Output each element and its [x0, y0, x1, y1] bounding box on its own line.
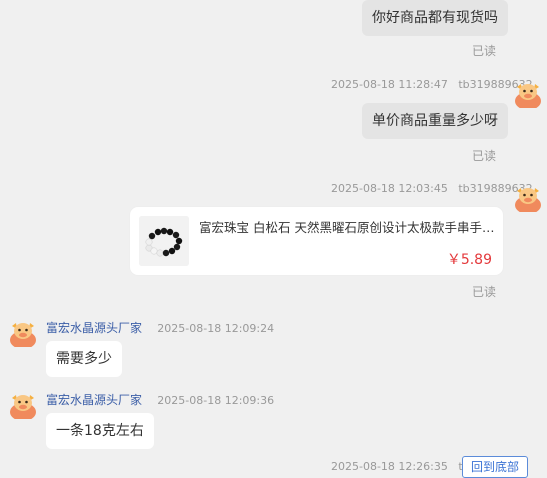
timestamp: 2025-08-18 12:26:35 [331, 460, 448, 473]
back-to-bottom-button[interactable]: 回到底部 [462, 456, 529, 478]
message-meta: 富宏水晶源头厂家 2025-08-18 12:09:24 [46, 317, 274, 336]
shop-name[interactable]: 富宏水晶源头厂家 [46, 393, 142, 407]
read-status: 已读 [472, 44, 497, 58]
user-avatar-icon[interactable] [513, 78, 543, 108]
timestamp: 2025-08-18 11:28:47 [331, 78, 448, 91]
read-status: 已读 [472, 149, 497, 163]
message-bubble-incoming: 需要多少 [46, 341, 122, 377]
message-text: 需要多少 [56, 351, 112, 367]
message-bubble-incoming: 一条18克左右 [46, 413, 154, 449]
message-bubble-outgoing: 你好商品都有现货吗 [362, 0, 508, 36]
message-text: 单价商品重量多少呀 [372, 113, 498, 129]
message-bubble-outgoing: 单价商品重量多少呀 [362, 103, 508, 139]
product-thumbnail[interactable] [139, 216, 189, 266]
timestamp: 2025-08-18 12:09:36 [157, 394, 275, 407]
shop-avatar-icon[interactable] [8, 317, 38, 347]
product-card[interactable]: 富宏珠宝 白松石 天然黑曜石原创设计太极款手串手链... ￥5.89 [130, 207, 503, 275]
timestamp: 2025-08-18 12:09:24 [157, 322, 275, 335]
message-text: 一条18克左右 [56, 423, 144, 439]
message-meta: 2025-08-18 12:26:35 tb [331, 460, 470, 473]
message-meta: 2025-08-18 12:03:45 tb319889632 [331, 182, 533, 195]
bracelet-image-icon [139, 216, 189, 266]
timestamp: 2025-08-18 12:03:45 [331, 182, 448, 195]
message-meta: 2025-08-18 11:28:47 tb319889632 [331, 78, 533, 91]
shop-avatar-icon[interactable] [8, 389, 38, 419]
read-status: 已读 [472, 285, 497, 299]
product-price: ￥5.89 [446, 252, 492, 268]
message-text: 你好商品都有现货吗 [372, 10, 498, 26]
message-meta: 富宏水晶源头厂家 2025-08-18 12:09:36 [46, 389, 274, 408]
product-title[interactable]: 富宏珠宝 白松石 天然黑曜石原创设计太极款手串手链... [199, 217, 495, 236]
shop-name[interactable]: 富宏水晶源头厂家 [46, 321, 142, 335]
user-avatar-icon[interactable] [513, 182, 543, 212]
